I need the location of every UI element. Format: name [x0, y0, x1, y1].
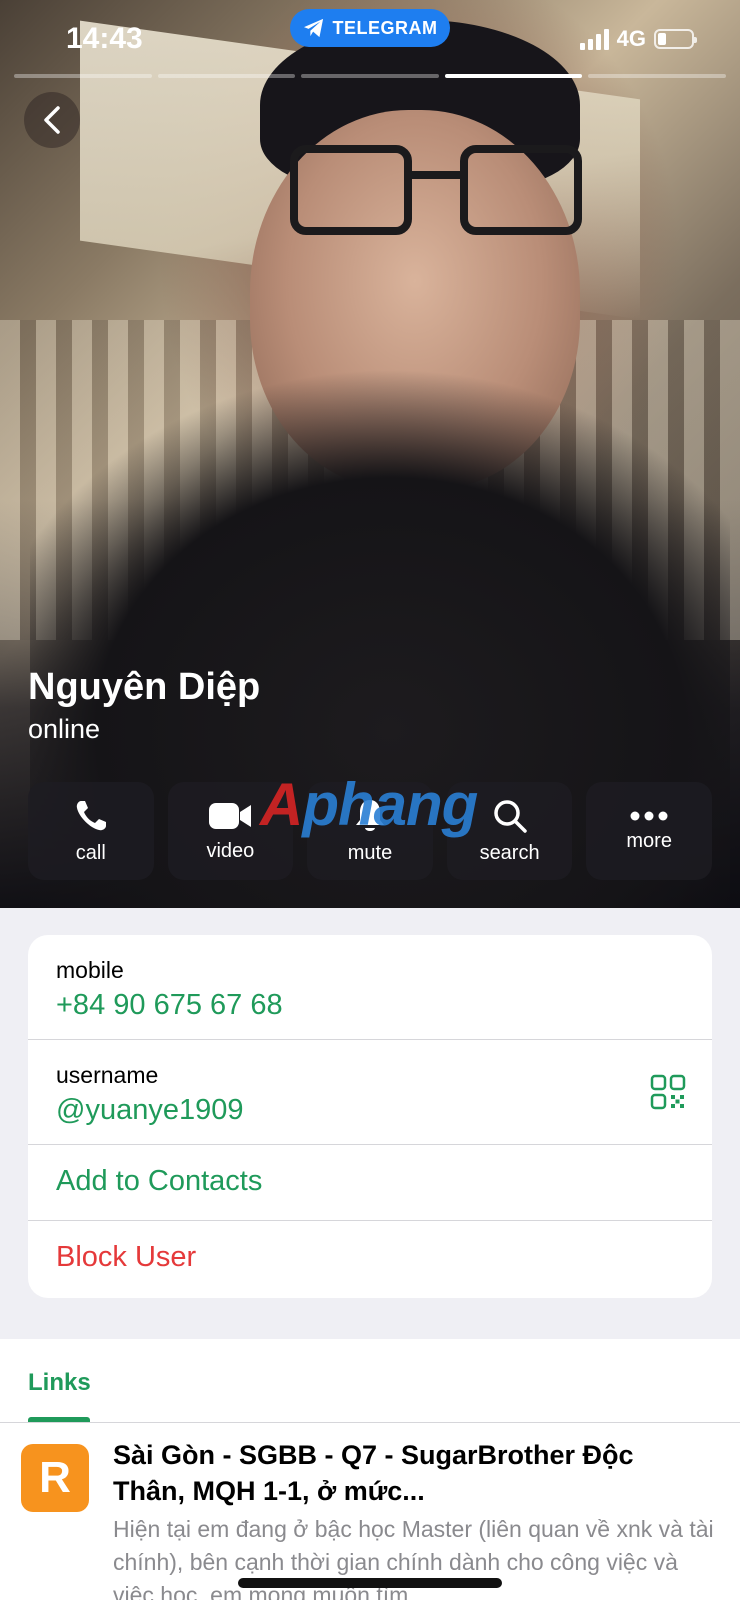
story-segment — [588, 74, 726, 78]
story-segment — [157, 74, 296, 78]
username-caption: username — [56, 1062, 159, 1088]
story-segment — [444, 74, 583, 78]
more-label: more — [626, 829, 672, 852]
more-button[interactable]: more — [586, 782, 712, 880]
add-to-contacts-button[interactable]: Add to Contacts — [56, 1165, 262, 1198]
presence-status: online — [28, 714, 101, 744]
profile-name: Nguyên Diệp — [28, 666, 261, 708]
qr-code-icon[interactable] — [650, 1074, 686, 1110]
story-progress — [14, 74, 726, 78]
back-button[interactable] — [24, 92, 80, 148]
more-dots-icon — [630, 811, 668, 820]
search-icon — [493, 799, 527, 833]
status-time: 14:43 — [66, 22, 143, 55]
telegram-pill-label: TELEGRAM — [332, 17, 438, 38]
watermark-logo: Aphang — [260, 771, 478, 838]
cellular-signal-icon — [579, 28, 609, 50]
network-type: 4G — [616, 26, 646, 51]
contact-info-card: mobile +84 90 675 67 68 username @yuanye… — [28, 935, 712, 1298]
story-segment — [14, 74, 152, 78]
telegram-return-pill[interactable]: TELEGRAM — [290, 9, 450, 47]
shared-media-section: Links R Sài Gòn - SGBB - Q7 - SugarBroth… — [0, 1339, 740, 1600]
username-value[interactable]: @yuanye1909 — [56, 1094, 243, 1127]
home-indicator[interactable] — [238, 1578, 502, 1588]
tabs-divider — [0, 1422, 740, 1423]
phone-icon — [76, 800, 106, 830]
link-title[interactable]: Sài Gòn - SGBB - Q7 - SugarBrother Độc T… — [113, 1437, 713, 1509]
mobile-caption: mobile — [56, 957, 124, 983]
block-user-button[interactable]: Block User — [56, 1241, 196, 1274]
battery-icon — [654, 29, 697, 49]
call-button[interactable]: call — [28, 782, 154, 880]
battery-level — [658, 33, 666, 45]
block-user-row[interactable]: Block User — [28, 1221, 712, 1298]
mute-label: mute — [347, 841, 393, 864]
telegram-icon — [303, 18, 323, 38]
video-label: video — [206, 839, 255, 862]
mobile-number[interactable]: +84 90 675 67 68 — [56, 989, 283, 1022]
chevron-left-icon — [44, 106, 60, 134]
video-camera-icon — [209, 802, 252, 829]
link-preview-icon: R — [21, 1444, 89, 1512]
mobile-row[interactable]: mobile +84 90 675 67 68 — [28, 935, 712, 1040]
tab-links[interactable]: Links — [28, 1369, 91, 1397]
story-segment — [301, 74, 439, 78]
call-label: call — [75, 841, 106, 864]
status-indicators: 4G — [579, 26, 697, 52]
photo-glasses — [290, 145, 590, 245]
search-label: search — [479, 841, 540, 864]
add-to-contacts-row[interactable]: Add to Contacts — [28, 1145, 712, 1221]
username-row[interactable]: username @yuanye1909 — [28, 1040, 712, 1145]
